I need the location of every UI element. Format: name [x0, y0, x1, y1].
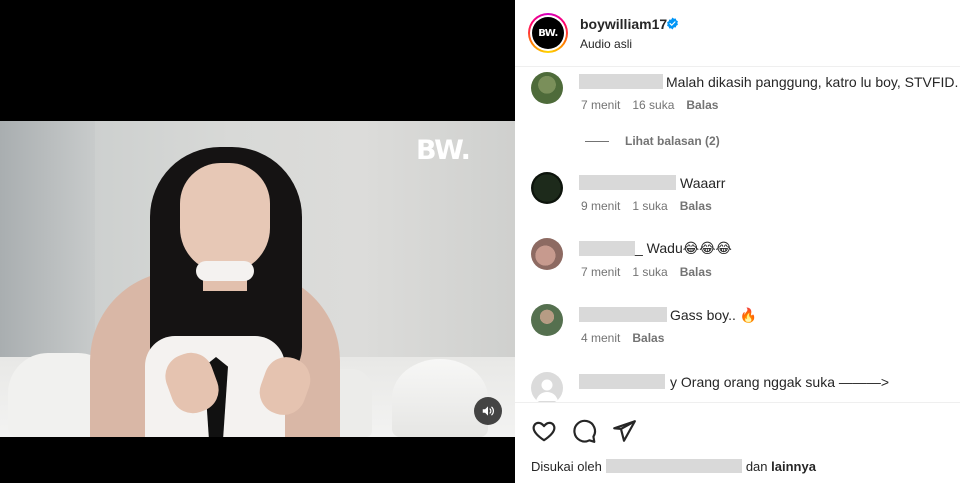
reply-button[interactable]: Balas [686, 98, 718, 112]
send-icon[interactable] [611, 418, 637, 444]
view-replies-line [585, 140, 609, 142]
liked-by-middle: dan [745, 459, 768, 474]
comment-likes[interactable]: 1 suka [632, 199, 667, 213]
account-avatar[interactable]: BW. [528, 13, 568, 53]
default-avatar-icon [536, 379, 558, 401]
commenter-name-redacted [579, 241, 635, 256]
comment-meta: 7 menit 1 suka Balas [581, 265, 724, 279]
comment-meta: 4 menit Balas [581, 331, 676, 345]
commenter-avatar[interactable] [531, 372, 563, 402]
commenter-avatar[interactable] [531, 304, 563, 336]
account-username[interactable]: boywilliam17 [580, 16, 667, 32]
comment-text: Malah dikasih panggung, katro lu boy, ST… [666, 74, 959, 90]
commenter-name-redacted [579, 307, 667, 322]
speaker-icon [482, 406, 494, 416]
heart-icon[interactable] [531, 418, 557, 444]
comment-meta: 9 menit 1 suka Balas [581, 199, 724, 213]
comment-likes[interactable]: 1 suka [632, 265, 667, 279]
audio-link[interactable]: Audio asli [580, 37, 632, 51]
comment-likes[interactable]: 16 suka [632, 98, 674, 112]
video-watermark: BW. [416, 135, 471, 166]
reply-button[interactable]: Balas [680, 265, 712, 279]
comment-time: 9 menit [581, 199, 621, 213]
comment-time: 7 menit [581, 98, 621, 112]
verified-badge-icon [667, 17, 678, 30]
post-side-panel: BW. boywilliam17 Audio asli Malah dikasi… [515, 0, 960, 483]
comment-text: _ Wadu😂😂😂 [635, 240, 732, 256]
comment-time: 4 menit [581, 331, 621, 345]
commenter-avatar[interactable] [531, 238, 563, 270]
view-replies-label: Lihat balasan (2) [625, 134, 720, 148]
commenter-name-redacted [579, 74, 663, 89]
video-person-choker [196, 261, 254, 281]
liked-by-prefix: Disukai oleh [531, 459, 602, 474]
reply-button[interactable]: Balas [632, 331, 664, 345]
comment-time: 7 menit [581, 265, 621, 279]
reply-button[interactable]: Balas [680, 199, 712, 213]
comment-text: y Orang orang nggak suka ———> [670, 374, 890, 390]
commenter-avatar[interactable] [531, 172, 563, 204]
commenter-name-redacted [579, 175, 676, 190]
comment-meta: 7 menit 16 suka Balas [581, 98, 730, 112]
comment-icon[interactable] [571, 418, 597, 444]
view-replies-button[interactable]: Lihat balasan (2) [585, 134, 720, 148]
commenter-avatar[interactable] [531, 72, 563, 104]
liked-by-others-link[interactable]: lainnya [771, 459, 816, 474]
mute-button[interactable] [474, 397, 502, 425]
account-logo: BW. [532, 17, 564, 49]
comment-text: Gass boy.. 🔥 [670, 307, 758, 323]
video-lamp [392, 359, 488, 437]
video-person-face [180, 163, 270, 273]
commenter-name-redacted [579, 374, 665, 389]
video-frame[interactable] [0, 121, 515, 437]
video-player[interactable]: BW. [0, 0, 515, 483]
liked-by-user-redacted[interactable] [605, 459, 742, 473]
post-actions [515, 402, 960, 452]
liked-by-summary: Disukai oleh dan lainnya [531, 459, 816, 474]
comment-text: Waaarr [680, 175, 726, 191]
post-header: BW. boywilliam17 Audio asli [515, 0, 960, 67]
comments-list[interactable]: Malah dikasih panggung, katro lu boy, ST… [515, 68, 960, 402]
